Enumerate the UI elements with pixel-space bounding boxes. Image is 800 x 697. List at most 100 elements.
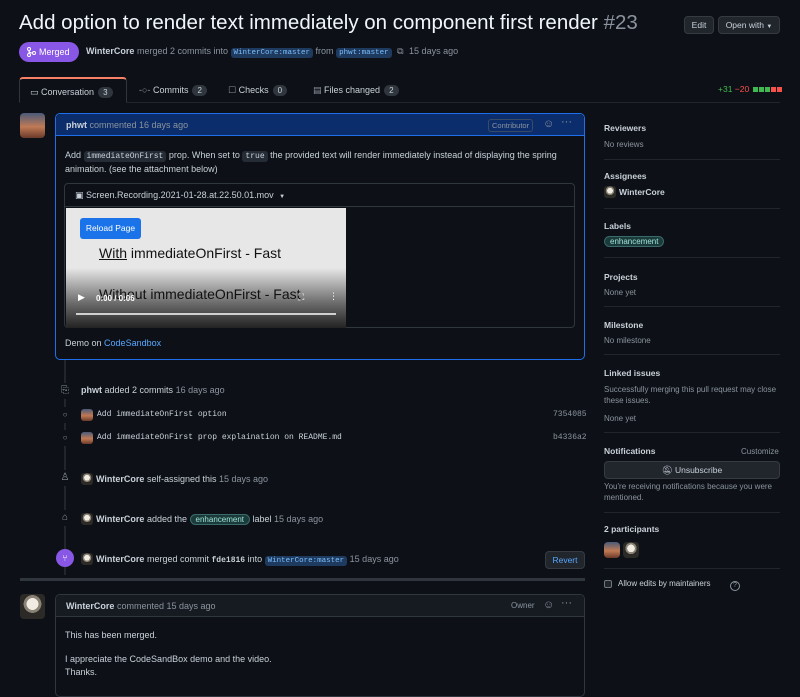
- comment-line: I appreciate the CodeSandBox demo and th…: [65, 654, 272, 664]
- allow-edits-label[interactable]: Allow edits by maintainers: [618, 579, 710, 588]
- event-author[interactable]: WinterCore: [96, 554, 144, 564]
- copy-icon[interactable]: ⧉: [397, 46, 403, 56]
- label-enhancement[interactable]: enhancement: [604, 236, 665, 247]
- allow-edits-checkbox[interactable]: [604, 580, 612, 588]
- tab-count: 2: [192, 85, 207, 96]
- tab-conversation[interactable]: ▭ Conversation 3: [19, 77, 127, 103]
- tab-files-changed[interactable]: ▤ Files changed 2: [313, 77, 399, 103]
- conversation-icon: ▭: [30, 87, 39, 97]
- notifications-heading: Notifications: [604, 446, 656, 456]
- head-branch[interactable]: phwt:master: [336, 48, 392, 58]
- avatar: [604, 186, 616, 198]
- diffstat: +31 −20: [718, 84, 782, 94]
- commit-message[interactable]: Add immediateOnFirst option: [97, 410, 227, 419]
- video-player[interactable]: Reload Page With immediateOnFirst - Fast…: [66, 208, 346, 328]
- event-author[interactable]: phwt: [81, 385, 102, 395]
- commit-message[interactable]: Add immediateOnFirst prop explaination o…: [97, 433, 342, 442]
- smiley-icon[interactable]: ☺: [543, 118, 554, 130]
- inline-code: immediateOnFirst: [83, 151, 167, 162]
- avatar[interactable]: [623, 542, 639, 558]
- event-action: merged commit: [146, 554, 209, 564]
- label-enhancement[interactable]: enhancement: [189, 514, 250, 525]
- contributor-badge: Contributor: [488, 119, 534, 132]
- tab-count: 2: [384, 85, 399, 96]
- tab-count: 3: [98, 87, 113, 98]
- projects-heading[interactable]: Projects: [604, 272, 638, 282]
- avatar[interactable]: [81, 432, 93, 444]
- tab-checks[interactable]: ☐ Checks 0: [228, 77, 288, 103]
- person-icon: ♙: [57, 470, 73, 486]
- diffstat-block: [764, 87, 770, 92]
- reviewers-heading[interactable]: Reviewers: [604, 123, 646, 133]
- comment-time[interactable]: commented 15 days ago: [117, 601, 216, 611]
- open-with-label: Open with: [725, 20, 764, 30]
- merged-label: Merged: [39, 47, 70, 57]
- edit-button[interactable]: Edit: [684, 16, 714, 34]
- kebab-menu-icon[interactable]: ···: [561, 597, 572, 609]
- assignees-heading[interactable]: Assignees: [604, 171, 647, 181]
- avatar[interactable]: [81, 409, 93, 421]
- merge-event: WinterCore merged commit fde1816 into Wi…: [81, 553, 399, 566]
- comment-time[interactable]: commented 16 days ago: [90, 120, 189, 130]
- diffstat-block: [758, 87, 764, 92]
- open-with-button[interactable]: Open with ▼: [718, 16, 780, 34]
- help-icon[interactable]: ?: [730, 581, 740, 591]
- commit-sha[interactable]: b4336a2: [553, 433, 587, 442]
- comment-author[interactable]: WinterCore: [66, 601, 114, 611]
- event-time[interactable]: 16 days ago: [176, 385, 225, 395]
- comment-meta: phwt commented 16 days ago: [66, 120, 188, 130]
- play-icon[interactable]: ▶: [78, 292, 85, 303]
- event-time[interactable]: 15 days ago: [350, 554, 399, 564]
- event-author[interactable]: WinterCore: [96, 474, 144, 484]
- assignee[interactable]: WinterCore: [604, 186, 665, 198]
- avatar[interactable]: [20, 113, 45, 138]
- linked-issues-heading[interactable]: Linked issues: [604, 368, 660, 378]
- video-progress-track[interactable]: [76, 313, 336, 315]
- attachment-summary[interactable]: ▣ Screen.Recording.2021-01-28.at.22.50.0…: [65, 184, 574, 207]
- merge-summary: WinterCore merged 2 commits into WinterC…: [86, 46, 459, 58]
- base-branch[interactable]: WinterCore:master: [230, 48, 314, 58]
- from-text: from: [315, 46, 334, 56]
- merge-author-link[interactable]: WinterCore: [86, 46, 134, 56]
- avatar[interactable]: [81, 473, 93, 485]
- commits-event: phwt added 2 commits 16 days ago: [81, 385, 225, 395]
- caret-down-icon: ▼: [279, 194, 286, 200]
- kebab-menu-icon[interactable]: ···: [561, 116, 572, 128]
- avatar[interactable]: [604, 542, 620, 558]
- tab-commits[interactable]: -○- Commits 2: [139, 77, 207, 103]
- repo-push-icon: ⎘: [57, 383, 73, 399]
- avatar[interactable]: [20, 594, 45, 619]
- event-author[interactable]: WinterCore: [96, 514, 144, 524]
- event-action: label: [252, 514, 272, 524]
- unsubscribe-button[interactable]: 🔕︎ Unsubscribe: [604, 461, 780, 479]
- event-action: added 2 commits: [104, 385, 174, 395]
- customize-link[interactable]: Customize: [741, 446, 779, 457]
- participants-heading: 2 participants: [604, 524, 660, 534]
- event-time[interactable]: 15 days ago: [219, 474, 268, 484]
- avatar[interactable]: [81, 513, 93, 525]
- video-attachment: ▣ Screen.Recording.2021-01-28.at.22.50.0…: [64, 183, 575, 328]
- codesandbox-link[interactable]: CodeSandbox: [104, 338, 161, 348]
- commit-sha[interactable]: 7354085: [553, 410, 587, 419]
- comment-author[interactable]: phwt: [66, 120, 87, 130]
- labels-heading[interactable]: Labels: [604, 221, 631, 231]
- smiley-icon[interactable]: ☺: [543, 599, 554, 611]
- tab-count: 0: [272, 85, 288, 96]
- merge-branch[interactable]: WinterCore:master: [264, 556, 348, 566]
- fullscreen-icon[interactable]: ⛶: [298, 292, 304, 303]
- assign-event: WinterCore self-assigned this 15 days ag…: [81, 473, 268, 485]
- diffstat-block: [752, 87, 758, 92]
- merge-time: 15 days ago: [409, 46, 459, 56]
- avatar[interactable]: [81, 553, 93, 565]
- inline-code: true: [242, 151, 268, 162]
- commit-icon: ○: [57, 407, 73, 423]
- milestone-heading[interactable]: Milestone: [604, 320, 643, 330]
- event-time[interactable]: 15 days ago: [274, 514, 323, 524]
- merge-commit-sha[interactable]: fde1816: [211, 556, 245, 565]
- comment-body: Add immediateOnFirst prop. When set to t…: [65, 149, 575, 176]
- pr-tabs: ▭ Conversation 3 -○- Commits 2 ☐ Checks 0 ▤…: [19, 77, 780, 103]
- commit-icon: ○: [57, 430, 73, 446]
- reviewers-value: No reviews: [604, 140, 644, 149]
- revert-button[interactable]: Revert: [545, 551, 585, 569]
- more-options-icon[interactable]: ⋮: [329, 291, 338, 302]
